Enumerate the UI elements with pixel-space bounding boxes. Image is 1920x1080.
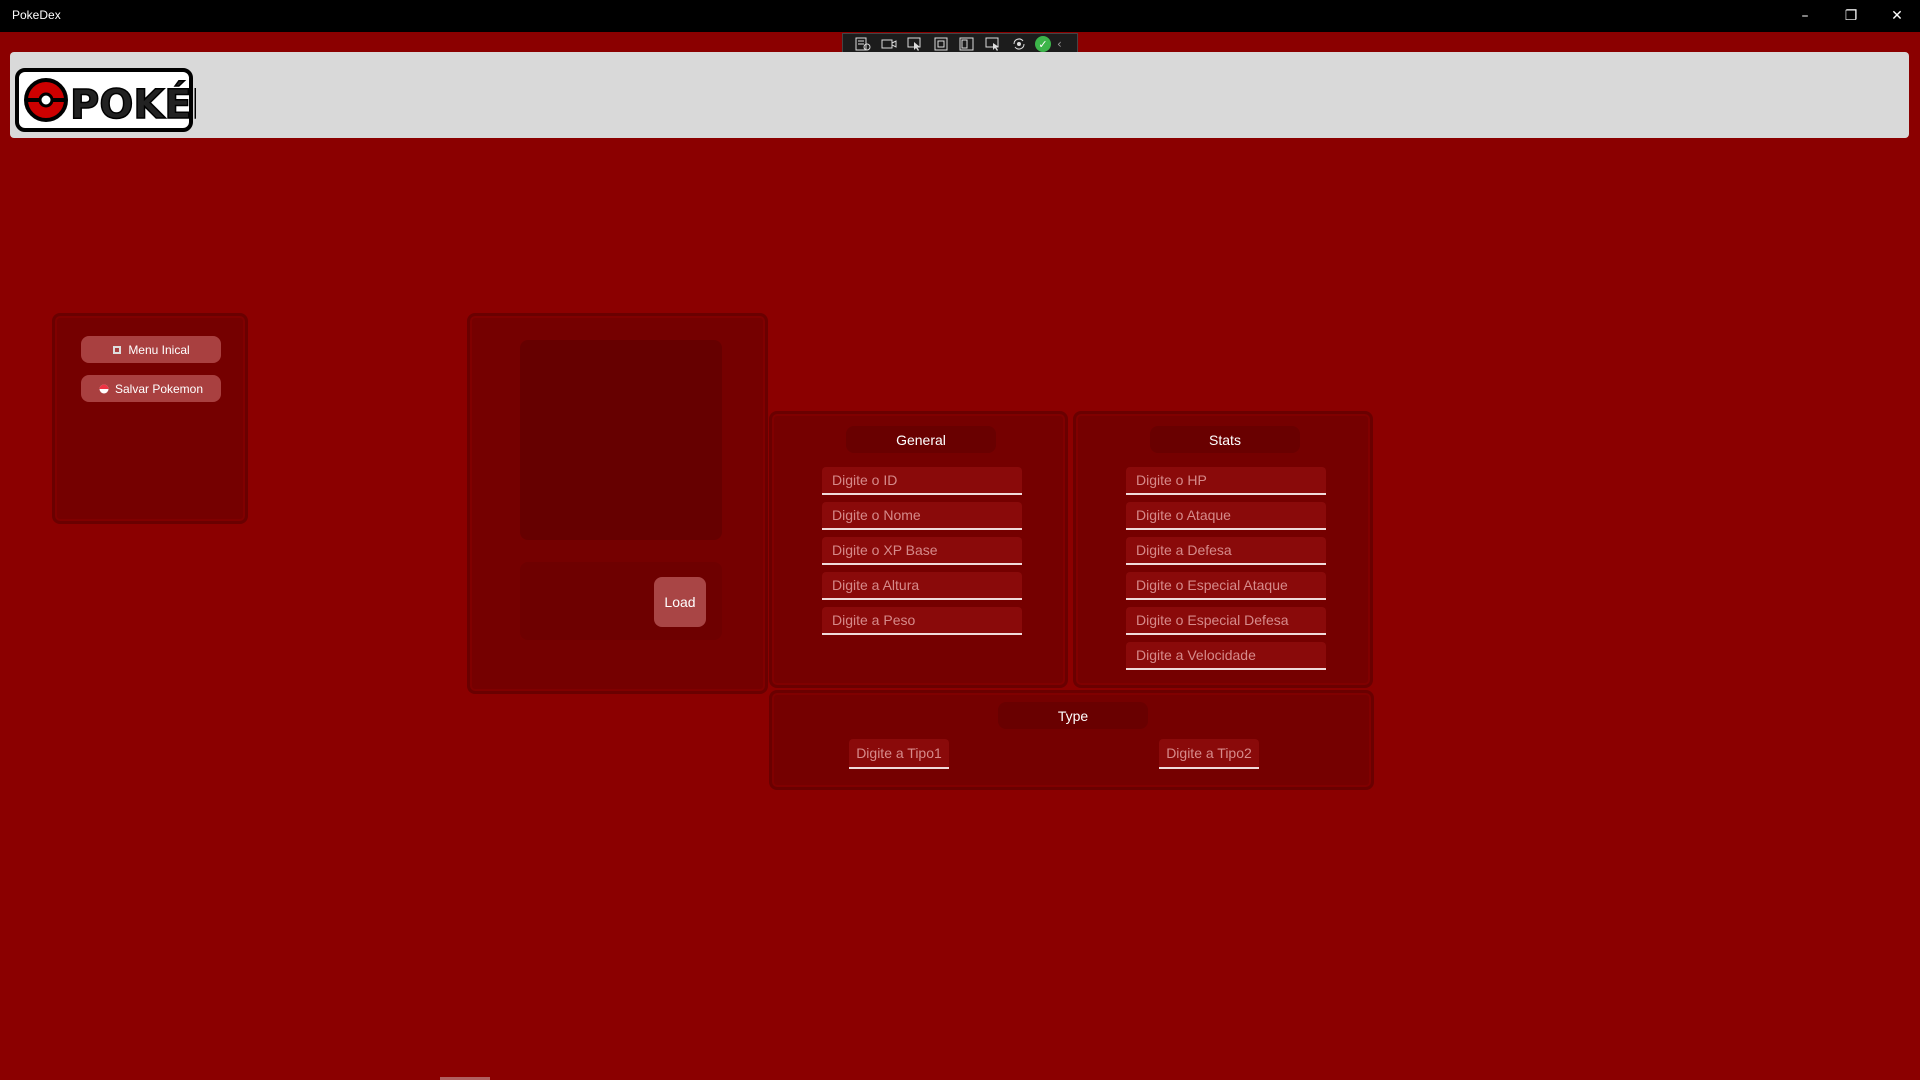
ataque-input[interactable]: Digite o Ataque (1126, 502, 1326, 530)
id-input[interactable]: Digite o ID (822, 467, 1022, 495)
hp-input[interactable]: Digite o HP (1126, 467, 1326, 495)
svg-text:POKÉDEX: POKÉDEX (70, 80, 196, 128)
general-panel: General Digite o ID Digite o Nome Digite… (769, 411, 1068, 688)
home-icon (113, 345, 122, 354)
navigation-panel: Menu Inical Salvar Pokemon (52, 313, 248, 524)
xp-base-input[interactable]: Digite o XP Base (822, 537, 1022, 565)
stats-panel: Stats Digite o HP Digite o Ataque Digite… (1073, 411, 1373, 688)
record-icon[interactable] (879, 35, 899, 53)
close-button[interactable]: ✕ (1874, 0, 1920, 32)
defesa-input[interactable]: Digite a Defesa (1126, 537, 1326, 565)
especial-ataque-input[interactable]: Digite o Especial Ataque (1126, 572, 1326, 600)
tipo2-input[interactable]: Digite a Tipo2 (1159, 739, 1259, 769)
minimize-button[interactable]: – (1782, 0, 1828, 32)
image-panel: Load (467, 313, 768, 694)
title-bar: PokeDex – ❐ ✕ (0, 0, 1920, 32)
salvar-pokemon-label: Salvar Pokemon (114, 381, 204, 396)
especial-defesa-input[interactable]: Digite o Especial Defesa (1126, 607, 1326, 635)
check-icon[interactable]: ✓ (1035, 36, 1051, 52)
display-layout-adorners-icon[interactable] (931, 35, 951, 53)
pokedex-logo: POKÉDEX (15, 68, 196, 132)
altura-input[interactable]: Digite a Altura (822, 572, 1022, 600)
track-focus-icon[interactable] (957, 35, 977, 53)
velocidade-input[interactable]: Digite a Velocidade (1126, 642, 1326, 670)
salvar-pokemon-button[interactable]: Salvar Pokemon (81, 375, 221, 402)
type-panel: Type Digite a Tipo1 Digite a Tipo2 (769, 690, 1374, 790)
load-button[interactable]: Load (654, 577, 706, 627)
nome-input[interactable]: Digite o Nome (822, 502, 1022, 530)
general-title: General (846, 426, 996, 453)
window-title: PokeDex (12, 8, 61, 22)
binding-failures-icon[interactable] (983, 35, 1003, 53)
collapse-icon[interactable]: ‹ (1057, 37, 1062, 51)
hot-reload-icon[interactable] (1009, 35, 1029, 53)
type-title: Type (998, 702, 1148, 729)
app-header: POKÉDEX (10, 52, 1909, 138)
pokemon-image-placeholder (520, 340, 722, 540)
menu-inicial-button[interactable]: Menu Inical (81, 336, 221, 363)
load-area: Load (520, 562, 722, 640)
pokeball-icon (99, 384, 109, 393)
tipo1-input[interactable]: Digite a Tipo1 (849, 739, 949, 769)
peso-input[interactable]: Digite a Peso (822, 607, 1022, 635)
live-visual-tree-icon[interactable] (853, 35, 873, 53)
maximize-button[interactable]: ❐ (1828, 0, 1874, 32)
menu-inicial-label: Menu Inical (128, 342, 190, 357)
stats-title: Stats (1150, 426, 1300, 453)
select-element-icon[interactable] (905, 35, 925, 53)
